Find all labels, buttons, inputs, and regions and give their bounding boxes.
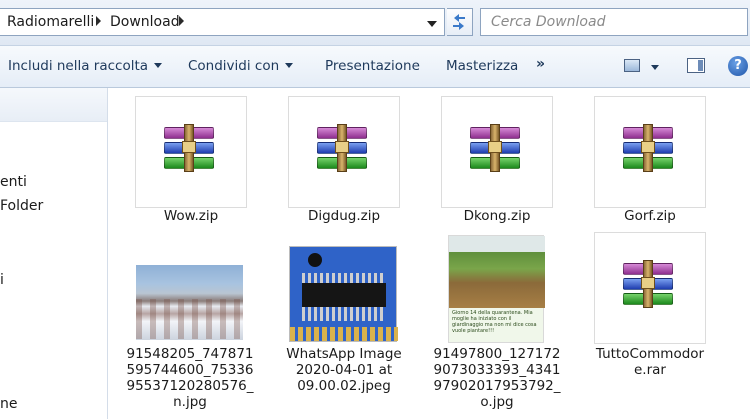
file-name-line: n.jpg (173, 394, 207, 410)
file-name-line: 91548205_747871 (126, 346, 254, 362)
burn-button[interactable]: Masterizza (446, 58, 518, 74)
nav-item-partial[interactable]: i (0, 272, 4, 288)
file-view: Wow.zip Digdug.zip Dkong.zip Gorf.zip 91… (108, 88, 750, 419)
search-input[interactable]: Cerca Download (480, 8, 748, 36)
breadcrumb-separator-icon[interactable] (179, 16, 184, 26)
file-name-line: 09.00.02.jpeg (297, 378, 391, 394)
file-thumbnail[interactable] (594, 96, 706, 208)
navigation-pane: enti Folder i ne (0, 88, 108, 419)
address-bar[interactable]: Radiomarelli Download (0, 8, 445, 36)
nav-item-recent[interactable]: enti (0, 174, 27, 190)
nav-item-folder[interactable]: Folder (0, 198, 43, 214)
file-name-line: 97902017953792_ (433, 378, 561, 394)
winrar-archive-icon (315, 124, 369, 172)
file-name-line: 91497800_127172 (433, 346, 561, 362)
winrar-archive-icon (468, 124, 522, 172)
file-name[interactable]: Digdug.zip (274, 208, 414, 224)
circuit-board-photo[interactable] (289, 246, 398, 342)
include-in-library-label: Includi nella raccolta (8, 58, 149, 74)
address-history-dropdown-icon[interactable] (427, 21, 437, 27)
snowy-town-photo[interactable] (136, 265, 243, 340)
file-name-line: 595744600_75336 (126, 362, 254, 378)
file-name-line: TuttoCommodor (595, 346, 705, 362)
file-name[interactable]: TuttoCommodor e.rar (580, 346, 720, 378)
chevron-down-icon (285, 63, 294, 68)
preview-pane-icon[interactable] (687, 58, 705, 73)
slideshow-button[interactable]: Presentazione (325, 58, 420, 74)
view-options-chevron-icon[interactable] (651, 65, 659, 70)
breadcrumb-separator-icon[interactable] (96, 16, 101, 26)
file-name-line: 2020-04-01 at (295, 362, 393, 378)
share-with-label: Condividi con (188, 58, 280, 74)
share-with-button[interactable]: Condividi con (188, 58, 294, 74)
field-trench-photo[interactable]: Giorno 14 della quarantena. Mia moglie h… (448, 235, 545, 343)
nav-item-partial-bottom[interactable]: ne (0, 396, 18, 412)
command-toolbar: Includi nella raccolta Condividi con Pre… (0, 46, 750, 88)
winrar-archive-icon (162, 124, 216, 172)
refresh-button[interactable] (447, 8, 473, 36)
file-name-line: 9073033393_4341 (433, 362, 561, 378)
file-name[interactable]: Wow.zip (121, 208, 261, 224)
breadcrumb-download[interactable]: Download (110, 14, 180, 30)
file-name-line: WhatsApp Image (286, 346, 402, 362)
file-thumbnail[interactable] (288, 96, 400, 208)
file-name[interactable]: 91548205_747871 595744600_75336 95537120… (120, 346, 260, 410)
file-name[interactable]: Dkong.zip (427, 208, 567, 224)
help-icon[interactable]: ? (728, 56, 748, 76)
file-name[interactable]: 91497800_127172 9073033393_4341 97902017… (427, 346, 567, 410)
photo-caption: Giorno 14 della quarantena. Mia moglie h… (452, 310, 537, 334)
more-commands-button[interactable]: » (536, 56, 545, 72)
refresh-icon (453, 14, 465, 30)
file-thumbnail[interactable] (594, 232, 706, 344)
winrar-archive-icon (621, 124, 675, 172)
file-thumbnail[interactable] (135, 96, 247, 208)
file-name[interactable]: WhatsApp Image 2020-04-01 at 09.00.02.jp… (274, 346, 414, 394)
navigation-pane-header (0, 88, 107, 122)
file-name-line: e.rar (634, 362, 666, 378)
file-name-line: o.jpg (480, 394, 514, 410)
search-placeholder: Cerca Download (491, 14, 606, 30)
winrar-archive-icon (621, 260, 675, 308)
file-thumbnail[interactable] (441, 96, 553, 208)
file-name[interactable]: Gorf.zip (580, 208, 720, 224)
file-name-line: 95537120280576_ (126, 378, 254, 394)
change-view-icon[interactable] (624, 59, 640, 72)
include-in-library-button[interactable]: Includi nella raccolta (8, 58, 163, 74)
chevron-down-icon (154, 63, 163, 68)
breadcrumb-radiomarelli[interactable]: Radiomarelli (7, 14, 94, 30)
address-bar-row: Radiomarelli Download Cerca Download (0, 0, 750, 46)
